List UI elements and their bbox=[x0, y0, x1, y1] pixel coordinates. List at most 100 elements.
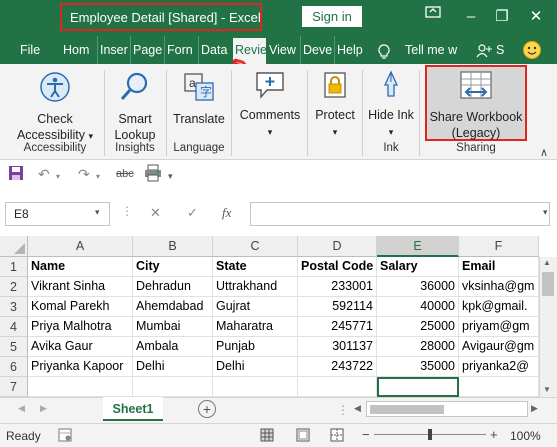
sign-in-button[interactable]: Sign in bbox=[302, 6, 362, 27]
table-cell[interactable]: 40000 bbox=[377, 297, 459, 317]
horizontal-scroll-thumb[interactable] bbox=[370, 405, 444, 414]
table-header-cell[interactable]: Postal Code bbox=[298, 257, 377, 277]
table-cell[interactable]: 592114 bbox=[298, 297, 377, 317]
table-cell[interactable]: 28000 bbox=[377, 337, 459, 357]
table-header-cell[interactable]: Salary bbox=[377, 257, 459, 277]
table-cell[interactable]: 301137 bbox=[298, 337, 377, 357]
table-cell[interactable]: Delhi bbox=[133, 357, 213, 377]
cancel-entry-icon[interactable]: ✕ bbox=[150, 205, 161, 221]
scroll-right-icon[interactable]: ▶ bbox=[40, 403, 47, 414]
table-header-cell[interactable]: Name bbox=[28, 257, 133, 277]
tell-me-search[interactable]: Tell me w bbox=[403, 36, 459, 64]
row-header-7[interactable]: 7 bbox=[0, 377, 28, 397]
chevron-down-icon[interactable]: ▾ bbox=[96, 172, 100, 181]
table-cell[interactable] bbox=[459, 377, 539, 397]
table-cell[interactable] bbox=[133, 377, 213, 397]
table-cell[interactable]: Punjab bbox=[213, 337, 298, 357]
undo-icon[interactable]: ↶ bbox=[38, 166, 50, 183]
add-sheet-button[interactable]: + bbox=[198, 400, 216, 418]
table-cell[interactable]: Delhi bbox=[213, 357, 298, 377]
table-cell[interactable]: 36000 bbox=[377, 277, 459, 297]
row-header-5[interactable]: 5 bbox=[0, 337, 28, 357]
save-icon[interactable] bbox=[8, 165, 24, 184]
tab-help[interactable]: Help bbox=[334, 36, 366, 64]
tab-data[interactable]: Data bbox=[198, 36, 228, 64]
printer-icon[interactable] bbox=[144, 164, 162, 185]
table-cell[interactable]: 25000 bbox=[377, 317, 459, 337]
table-header-cell[interactable]: Email bbox=[459, 257, 539, 277]
zoom-slider-thumb[interactable] bbox=[428, 429, 432, 440]
column-header-e[interactable]: E bbox=[377, 236, 459, 257]
table-cell[interactable]: Mumbai bbox=[133, 317, 213, 337]
row-header-1[interactable]: 1 bbox=[0, 257, 28, 277]
close-button[interactable]: ✕ bbox=[521, 6, 551, 28]
table-cell[interactable]: Priya Malhotra bbox=[28, 317, 133, 337]
zoom-out-button[interactable]: − bbox=[362, 427, 370, 442]
function-icon[interactable]: fx bbox=[222, 205, 231, 221]
zoom-in-button[interactable]: + bbox=[490, 427, 498, 442]
translate-button[interactable]: a字 Translate bbox=[170, 70, 228, 127]
table-cell[interactable]: Dehradun bbox=[133, 277, 213, 297]
formula-input[interactable] bbox=[250, 202, 550, 226]
column-header-c[interactable]: C bbox=[213, 236, 298, 257]
tab-file[interactable]: File bbox=[18, 36, 44, 64]
table-cell[interactable]: Ambala bbox=[133, 337, 213, 357]
macro-record-icon[interactable] bbox=[58, 428, 72, 447]
share-workbook-button[interactable]: Share Workbook (Legacy) bbox=[427, 70, 525, 141]
protect-button[interactable]: Protect ▾ bbox=[312, 70, 358, 140]
smart-lookup-button[interactable]: Smart Lookup bbox=[110, 70, 160, 143]
table-cell[interactable]: 245771 bbox=[298, 317, 377, 337]
column-header-a[interactable]: A bbox=[28, 236, 133, 257]
table-cell[interactable]: Komal Parekh bbox=[28, 297, 133, 317]
comments-button[interactable]: Comments ▾ bbox=[236, 70, 304, 140]
table-cell[interactable]: Priyanka Kapoor bbox=[28, 357, 133, 377]
scroll-up-icon[interactable]: ▲ bbox=[543, 258, 551, 267]
share-label[interactable]: S bbox=[494, 36, 508, 64]
customize-qat-icon[interactable]: ▾ bbox=[168, 171, 173, 182]
redo-icon[interactable]: ↷ bbox=[78, 166, 90, 183]
column-header-f[interactable]: F bbox=[459, 236, 539, 257]
tab-home[interactable]: Hom bbox=[61, 36, 91, 64]
row-header-2[interactable]: 2 bbox=[0, 277, 28, 297]
table-cell[interactable]: 243722 bbox=[298, 357, 377, 377]
tab-view[interactable]: View bbox=[267, 36, 297, 64]
scroll-left-icon[interactable]: ◀ bbox=[18, 403, 25, 414]
restore-button[interactable]: ❐ bbox=[487, 6, 517, 28]
normal-view-icon[interactable] bbox=[260, 428, 274, 447]
table-cell[interactable] bbox=[28, 377, 133, 397]
row-header-3[interactable]: 3 bbox=[0, 297, 28, 317]
row-header-6[interactable]: 6 bbox=[0, 357, 28, 377]
table-cell[interactable]: vksinha@gm bbox=[459, 277, 539, 297]
scroll-down-icon[interactable]: ▼ bbox=[543, 385, 551, 394]
row-header-4[interactable]: 4 bbox=[0, 317, 28, 337]
table-cell[interactable]: 233001 bbox=[298, 277, 377, 297]
table-header-cell[interactable]: State bbox=[213, 257, 298, 277]
table-cell[interactable] bbox=[213, 377, 298, 397]
active-cell[interactable] bbox=[377, 377, 459, 397]
smiley-icon[interactable] bbox=[522, 40, 542, 60]
table-cell[interactable]: kpk@gmail. bbox=[459, 297, 539, 317]
expand-formula-icon[interactable]: ▾ bbox=[543, 207, 548, 218]
select-all-corner[interactable] bbox=[0, 236, 28, 257]
column-header-d[interactable]: D bbox=[298, 236, 377, 257]
sheet-tab-sheet1[interactable]: Sheet1 bbox=[103, 397, 163, 421]
table-cell[interactable]: Uttrakhand bbox=[213, 277, 298, 297]
page-layout-view-icon[interactable] bbox=[296, 428, 310, 447]
tab-formulas[interactable]: Forn bbox=[164, 36, 196, 64]
minimize-button[interactable]: – bbox=[456, 6, 486, 28]
tab-page-layout[interactable]: Page bbox=[130, 36, 162, 64]
tab-developer[interactable]: Deve bbox=[300, 36, 332, 64]
column-header-b[interactable]: B bbox=[133, 236, 213, 257]
strikethrough-icon[interactable]: abc bbox=[116, 168, 134, 180]
table-cell[interactable]: Gujrat bbox=[213, 297, 298, 317]
chevron-down-icon[interactable]: ▾ bbox=[95, 207, 100, 218]
table-cell[interactable]: Ahemdabad bbox=[133, 297, 213, 317]
tab-insert[interactable]: Inser bbox=[97, 36, 129, 64]
table-header-cell[interactable]: City bbox=[133, 257, 213, 277]
zoom-level[interactable]: 100% bbox=[510, 429, 541, 443]
table-cell[interactable]: Maharatra bbox=[213, 317, 298, 337]
table-cell[interactable]: Vikrant Sinha bbox=[28, 277, 133, 297]
table-cell[interactable]: 35000 bbox=[377, 357, 459, 377]
collapse-ribbon-icon[interactable]: ∧ bbox=[540, 146, 548, 159]
table-cell[interactable]: Avika Gaur bbox=[28, 337, 133, 357]
